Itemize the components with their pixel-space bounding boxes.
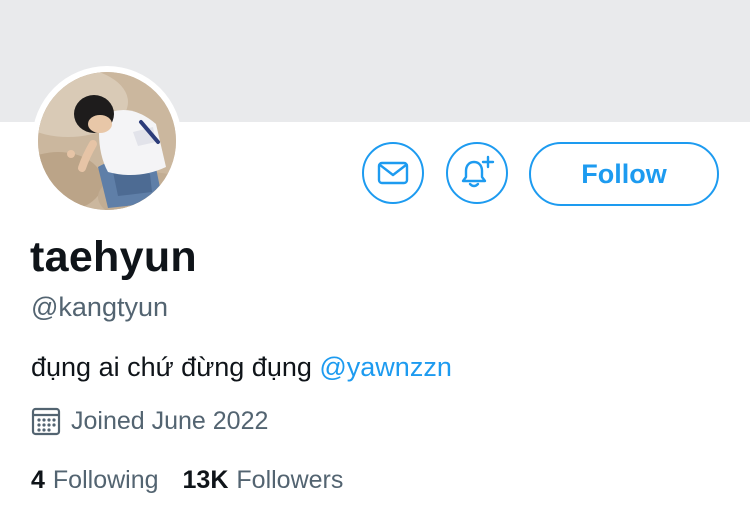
user-handle: @kangtyun <box>31 292 168 322</box>
followers-count: 13K <box>182 466 229 494</box>
avatar-photo <box>38 72 176 210</box>
calendar-icon <box>31 406 61 436</box>
bell-plus-icon <box>461 155 495 188</box>
following-count: 4 <box>31 466 45 494</box>
follow-button[interactable]: Follow <box>529 142 719 206</box>
following-link[interactable]: 4 Following <box>31 466 159 495</box>
bio-text: đụng ai chứ đừng đụng <box>31 352 320 382</box>
message-button[interactable] <box>362 142 424 204</box>
followers-link[interactable]: 13K Followers <box>183 466 344 495</box>
mail-icon <box>377 161 409 185</box>
follow-stats: 4 Following 13K Followers <box>31 466 343 495</box>
joined-date: Joined June 2022 <box>31 405 268 437</box>
joined-text: Joined June 2022 <box>71 406 269 435</box>
following-label: Following <box>52 466 159 494</box>
notifications-button[interactable] <box>446 142 508 204</box>
avatar[interactable] <box>38 72 176 210</box>
followers-label: Followers <box>236 466 344 494</box>
bio: đụng ai chứ đừng đụng @yawnzzn <box>31 352 452 383</box>
bio-mention-link[interactable]: @yawnzzn <box>319 352 451 382</box>
display-name: taehyun <box>30 233 197 281</box>
